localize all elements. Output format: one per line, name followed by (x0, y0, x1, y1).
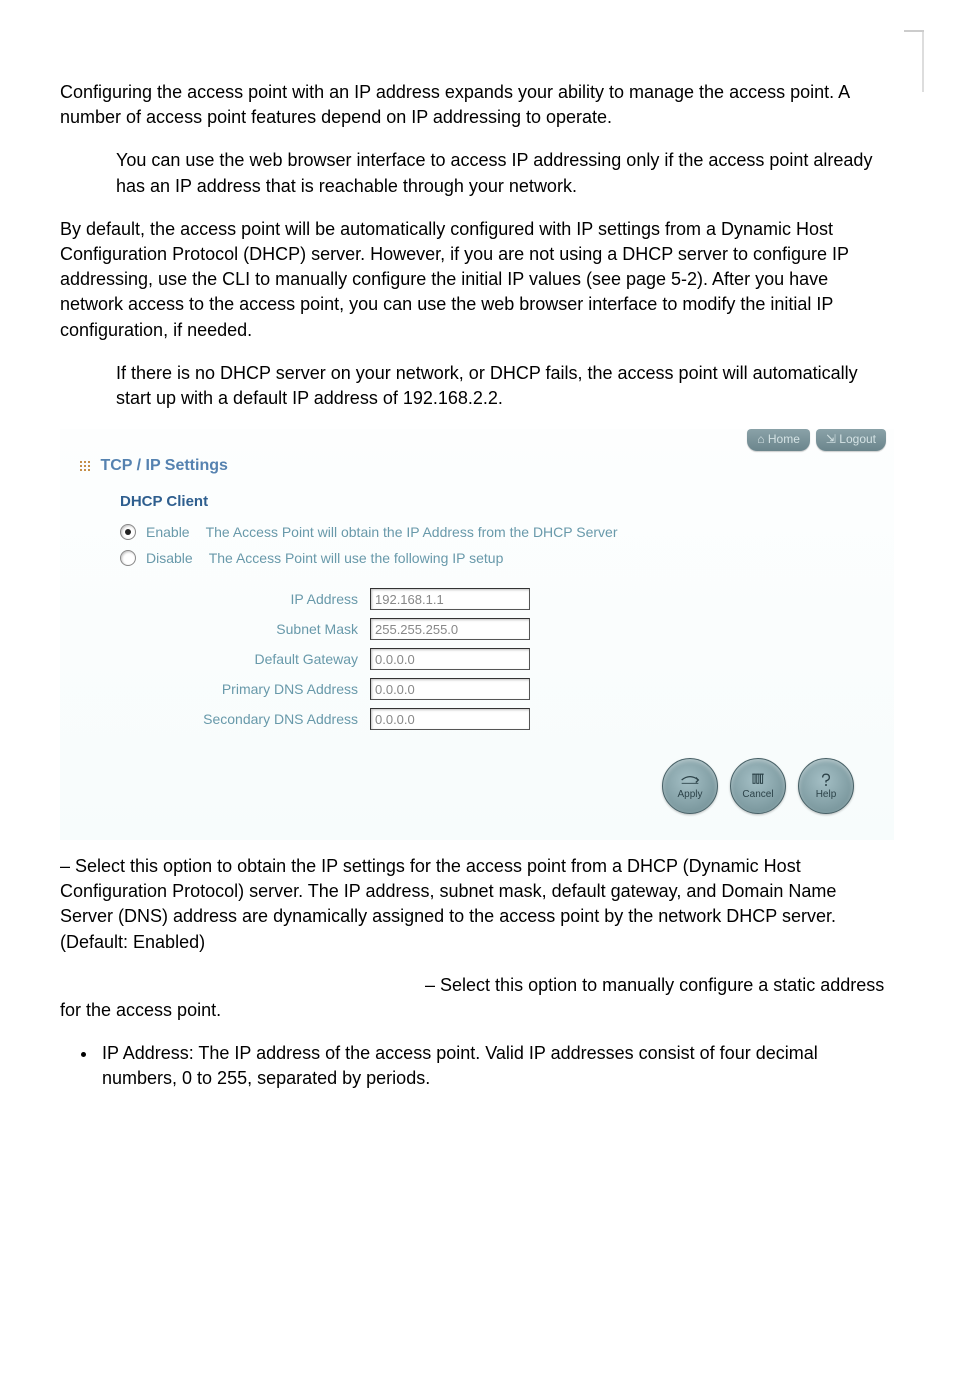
cancel-button[interactable]: Cancel (730, 758, 786, 814)
apply-label: Apply (677, 789, 702, 800)
table-row: Secondary DNS Address (124, 704, 534, 734)
secondary-dns-label: Secondary DNS Address (124, 704, 366, 734)
panel-title-text: TCP / IP Settings (100, 457, 227, 474)
apply-button[interactable]: Apply (662, 758, 718, 814)
table-row: IP Address (124, 584, 534, 614)
cancel-label: Cancel (742, 789, 773, 800)
secondary-dns-input[interactable] (370, 708, 530, 730)
table-row: Default Gateway (124, 644, 534, 674)
top-tabs: ⌂ Home ⇲ Logout (747, 429, 886, 451)
logout-icon: ⇲ (826, 432, 836, 446)
cancel-icon (748, 772, 768, 788)
help-label: Help (816, 789, 837, 800)
page-content: Configuring the access point with an IP … (0, 0, 954, 1150)
default-gateway-input[interactable] (370, 648, 530, 670)
help-icon (816, 772, 836, 788)
home-tab[interactable]: ⌂ Home (747, 429, 810, 451)
subnet-mask-label: Subnet Mask (124, 614, 366, 644)
ip-fields-table: IP Address Subnet Mask Default Gateway P… (124, 584, 534, 734)
subnet-mask-input[interactable] (370, 618, 530, 640)
panel-title: TCP / IP Settings (80, 457, 874, 475)
table-row: Subnet Mask (124, 614, 534, 644)
paragraph-enable-desc: – Select this option to obtain the IP se… (60, 854, 894, 955)
disable-desc-text3: – Select this option to manually configu… (60, 975, 884, 1020)
action-buttons: Apply Cancel Help (80, 758, 874, 814)
tcp-ip-settings-panel: ⌂ Home ⇲ Logout TCP / IP Settings DHCP C… (60, 429, 894, 840)
paragraph-dhcp: By default, the access point will be aut… (60, 217, 894, 343)
help-button[interactable]: Help (798, 758, 854, 814)
list-item: IP Address: The IP address of the access… (98, 1041, 894, 1091)
logout-label: Logout (839, 432, 876, 446)
bullet-list: IP Address: The IP address of the access… (80, 1041, 894, 1091)
paragraph-note-2: If there is no DHCP server on your netwo… (60, 361, 894, 411)
table-row: Primary DNS Address (124, 674, 534, 704)
radio-enable-row: Enable The Access Point will obtain the … (120, 524, 874, 540)
radio-enable[interactable] (120, 524, 136, 540)
radio-enable-label: Enable (146, 524, 190, 540)
ip-address-input[interactable] (370, 588, 530, 610)
radio-disable[interactable] (120, 550, 136, 566)
logout-tab[interactable]: ⇲ Logout (816, 429, 886, 451)
radio-disable-row: Disable The Access Point will use the fo… (120, 550, 874, 566)
radio-enable-desc: The Access Point will obtain the IP Addr… (206, 524, 618, 540)
primary-dns-input[interactable] (370, 678, 530, 700)
radio-disable-desc: The Access Point will use the following … (209, 550, 504, 566)
home-icon: ⌂ (757, 432, 764, 446)
paragraph-note-1: You can use the web browser interface to… (60, 148, 894, 198)
primary-dns-label: Primary DNS Address (124, 674, 366, 704)
ip-address-label: IP Address (124, 584, 366, 614)
radio-disable-label: Disable (146, 550, 193, 566)
paragraph-intro: Configuring the access point with an IP … (60, 80, 894, 130)
home-label: Home (768, 432, 800, 446)
default-gateway-label: Default Gateway (124, 644, 366, 674)
grid-icon (80, 461, 90, 471)
dhcp-client-heading: DHCP Client (120, 493, 874, 510)
paragraph-disable-simple: – Select this option to manually configu… (60, 973, 894, 1023)
apply-icon (680, 772, 700, 788)
